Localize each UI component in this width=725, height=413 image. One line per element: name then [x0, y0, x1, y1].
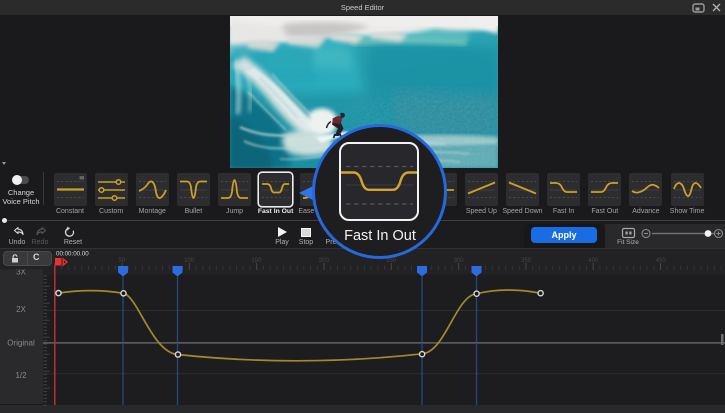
svg-text:50: 50 [118, 258, 125, 264]
svg-text:200: 200 [319, 258, 330, 264]
svg-text:400: 400 [588, 258, 599, 264]
svg-text:00:00:00.00: 00:00:00.00 [56, 251, 89, 258]
svg-text:250: 250 [386, 258, 397, 264]
svg-text:300: 300 [454, 258, 465, 264]
svg-text:150: 150 [251, 258, 262, 264]
svg-text:450: 450 [656, 258, 667, 264]
svg-text:100: 100 [184, 258, 195, 264]
svg-text:2X: 2X [16, 305, 26, 314]
svg-text:Original: Original [7, 339, 35, 348]
svg-text:350: 350 [521, 258, 532, 264]
svg-text:1/2: 1/2 [15, 371, 27, 380]
